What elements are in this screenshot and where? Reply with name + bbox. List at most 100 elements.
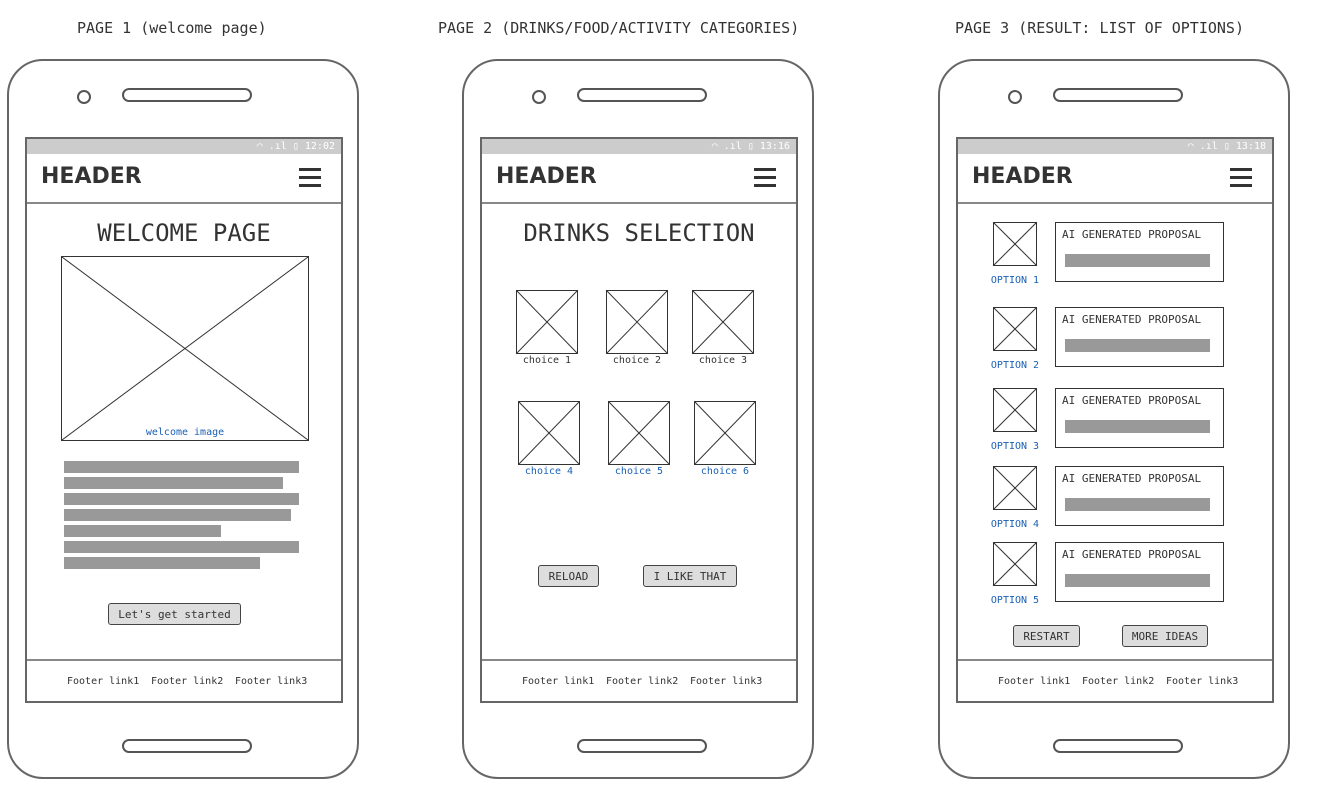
image-caption: welcome image (145, 427, 225, 438)
home-bar-icon (577, 739, 707, 753)
footer-link[interactable]: Footer link1 (998, 676, 1070, 687)
option-image[interactable] (993, 222, 1037, 266)
text-placeholder-bar (1065, 574, 1210, 587)
option-image[interactable] (993, 388, 1037, 432)
home-bar-icon (1053, 739, 1183, 753)
text-placeholder-bar (64, 541, 299, 553)
speaker-icon (1053, 88, 1183, 102)
option-image[interactable] (993, 307, 1037, 351)
status-time: 13:16 (759, 141, 790, 152)
hamburger-menu-icon[interactable] (299, 168, 321, 192)
phone-frame: ◠ .ıl ▯ 13:16 HEADER DRINKS SELECTION cho… (462, 59, 814, 779)
text-placeholder-bar (64, 557, 260, 569)
proposal-card: AI GENERATED PROPOSAL (1055, 466, 1224, 526)
placeholder-x-icon (519, 402, 579, 464)
speaker-icon (122, 88, 252, 102)
placeholder-x-icon (994, 543, 1036, 585)
status-time: 13:18 (1235, 141, 1266, 152)
placeholder-x-icon (517, 291, 577, 353)
placeholder-x-icon (609, 402, 669, 464)
placeholder-x-icon (994, 389, 1036, 431)
phone-frame: ◠ .ıl ▯ 12:02 HEADER WELCOME PAGE welcom… (7, 59, 359, 779)
proposal-card: AI GENERATED PROPOSAL (1055, 307, 1224, 367)
proposal-title: AI GENERATED PROPOSAL (1062, 472, 1202, 485)
text-placeholder-bar (1065, 254, 1210, 267)
proposal-card: AI GENERATED PROPOSAL (1055, 388, 1224, 448)
footer-link[interactable]: Footer link3 (1166, 676, 1238, 687)
footer-link[interactable]: Footer link2 (151, 676, 223, 687)
i-like-that-button[interactable]: I LIKE THAT (643, 565, 737, 587)
proposal-title: AI GENERATED PROPOSAL (1062, 548, 1202, 561)
status-time: 12:02 (304, 141, 335, 152)
choice-image[interactable] (692, 290, 754, 354)
proposal-card: AI GENERATED PROPOSAL (1055, 542, 1224, 602)
option-image[interactable] (993, 542, 1037, 586)
choice-image[interactable] (694, 401, 756, 465)
phone-frame: ◠ .ıl ▯ 13:18 HEADER OPTION 1 AI GENERAT… (938, 59, 1290, 779)
camera-icon (77, 90, 91, 104)
proposal-title: AI GENERATED PROPOSAL (1062, 394, 1202, 407)
choice-label[interactable]: choice 6 (684, 466, 766, 477)
footer: Footer link1 Footer link2 Footer link3 (482, 659, 796, 701)
placeholder-x-icon (994, 467, 1036, 509)
header-title: HEADER (496, 164, 597, 189)
footer-link[interactable]: Footer link2 (606, 676, 678, 687)
choice-label[interactable]: choice 1 (506, 355, 588, 366)
choice-image[interactable] (518, 401, 580, 465)
text-placeholder-bar (64, 477, 283, 489)
choice-image[interactable] (516, 290, 578, 354)
app-header: HEADER (27, 154, 341, 204)
text-placeholder-bar (64, 525, 221, 537)
page-caption: PAGE 1 (welcome page) (77, 19, 267, 37)
text-placeholder-bar (1065, 339, 1210, 352)
phone-screen: ◠ .ıl ▯ 13:18 HEADER OPTION 1 AI GENERAT… (956, 137, 1274, 703)
app-header: HEADER (482, 154, 796, 204)
choice-image[interactable] (606, 290, 668, 354)
footer-link[interactable]: Footer link3 (235, 676, 307, 687)
choice-label[interactable]: choice 4 (508, 466, 590, 477)
page-title: DRINKS SELECTION (523, 219, 755, 247)
camera-icon (1008, 90, 1022, 104)
footer-link[interactable]: Footer link2 (1082, 676, 1154, 687)
footer-link[interactable]: Footer link1 (67, 676, 139, 687)
choice-label[interactable]: choice 5 (598, 466, 680, 477)
choice-image[interactable] (608, 401, 670, 465)
status-icons: ◠ .ıl ▯ (1187, 141, 1236, 152)
status-icons: ◠ .ıl ▯ (256, 141, 305, 152)
option-label[interactable]: OPTION 3 (980, 441, 1050, 452)
page-caption: PAGE 3 (RESULT: LIST OF OPTIONS) (955, 19, 1244, 37)
option-label[interactable]: OPTION 2 (980, 360, 1050, 371)
option-label[interactable]: OPTION 5 (980, 595, 1050, 606)
placeholder-x-icon (695, 402, 755, 464)
text-placeholder-bar (64, 493, 299, 505)
header-title: HEADER (972, 164, 1073, 189)
text-placeholder-bar (64, 461, 299, 473)
footer: Footer link1 Footer link2 Footer link3 (958, 659, 1272, 701)
app-header: HEADER (958, 154, 1272, 204)
more-ideas-button[interactable]: MORE IDEAS (1122, 625, 1208, 647)
option-label[interactable]: OPTION 4 (980, 519, 1050, 530)
phone-screen: ◠ .ıl ▯ 13:16 HEADER DRINKS SELECTION cho… (480, 137, 798, 703)
status-icons: ◠ .ıl ▯ (711, 141, 760, 152)
text-placeholder-bar (1065, 498, 1210, 511)
option-label[interactable]: OPTION 1 (980, 275, 1050, 286)
hamburger-menu-icon[interactable] (1230, 168, 1252, 192)
home-bar-icon (122, 739, 252, 753)
footer-link[interactable]: Footer link1 (522, 676, 594, 687)
placeholder-x-icon (62, 257, 308, 440)
get-started-button[interactable]: Let's get started (108, 603, 241, 625)
option-image[interactable] (993, 466, 1037, 510)
camera-icon (532, 90, 546, 104)
header-title: HEADER (41, 164, 142, 189)
proposal-card: AI GENERATED PROPOSAL (1055, 222, 1224, 282)
choice-label[interactable]: choice 3 (682, 355, 764, 366)
restart-button[interactable]: RESTART (1013, 625, 1080, 647)
footer-link[interactable]: Footer link3 (690, 676, 762, 687)
proposal-title: AI GENERATED PROPOSAL (1062, 313, 1202, 326)
footer: Footer link1 Footer link2 Footer link3 (27, 659, 341, 701)
reload-button[interactable]: RELOAD (538, 565, 599, 587)
page-title: WELCOME PAGE (97, 219, 271, 247)
hamburger-menu-icon[interactable] (754, 168, 776, 192)
speaker-icon (577, 88, 707, 102)
choice-label[interactable]: choice 2 (596, 355, 678, 366)
